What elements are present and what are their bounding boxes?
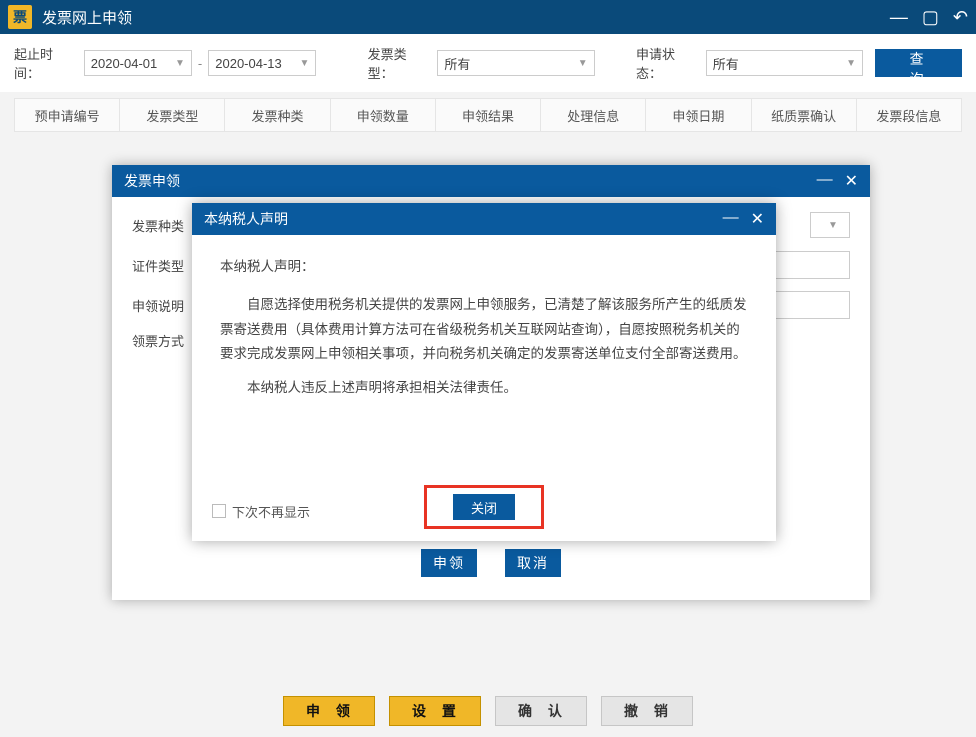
apply-status-label: 申请状态：	[636, 44, 700, 82]
window-controls: — ▢ ↶	[890, 7, 968, 28]
declaration-close-button[interactable]: 关闭	[453, 494, 515, 520]
col-paper-confirm: 纸质票确认	[752, 99, 857, 131]
revoke-button[interactable]: 撤 销	[601, 696, 693, 726]
dialog-apply-button[interactable]: 申领	[421, 549, 477, 577]
highlight-box: 关闭	[424, 485, 544, 529]
date-start-value: 2020-04-01	[91, 56, 158, 71]
date-range-label: 起止时间：	[14, 44, 78, 82]
apply-button[interactable]: 申 领	[283, 696, 375, 726]
col-apply-result: 申领结果	[436, 99, 541, 131]
dont-show-again-label: 下次不再显示	[232, 502, 310, 521]
restore-icon[interactable]: ▢	[922, 7, 939, 28]
title-bar: 票 发票网上申领 — ▢ ↶	[0, 0, 976, 34]
date-end-value: 2020-04-13	[215, 56, 282, 71]
filter-bar: 起止时间： 2020-04-01 ▼ - 2020-04-13 ▼ 发票类型： …	[0, 34, 976, 92]
checkbox-icon[interactable]	[212, 504, 226, 518]
chevron-down-icon: ▼	[828, 220, 838, 231]
close-button-highlight: 关闭	[424, 485, 544, 529]
footer-bar: 申 领 设 置 确 认 撤 销	[0, 685, 976, 737]
apply-status-value: 所有	[713, 54, 739, 73]
date-end-select[interactable]: 2020-04-13 ▼	[208, 50, 316, 76]
dialog-cancel-button[interactable]: 取消	[505, 549, 561, 577]
col-invoice-kind: 发票种类	[225, 99, 330, 131]
apply-dialog-titlebar: 发票申领 — ✕	[112, 165, 870, 197]
window-title: 发票网上申领	[42, 7, 890, 28]
app-logo: 票	[8, 5, 32, 29]
declaration-dialog-title: 本纳税人声明	[204, 209, 723, 229]
chevron-down-icon: ▼	[578, 58, 588, 69]
date-start-select[interactable]: 2020-04-01 ▼	[84, 50, 192, 76]
declaration-dialog: 本纳税人声明 — ✕ 本纳税人声明： 自愿选择使用税务机关提供的发票网上申领服务…	[192, 203, 776, 541]
apply-status-select[interactable]: 所有 ▼	[706, 50, 863, 76]
invoice-type-select[interactable]: 所有 ▼	[437, 50, 594, 76]
apply-dialog-footer: 申领 取消	[132, 535, 850, 590]
dont-show-again-wrap[interactable]: 下次不再显示	[212, 502, 310, 521]
invoice-kind-label: 发票种类	[132, 216, 192, 235]
col-apply-qty: 申领数量	[331, 99, 436, 131]
chevron-down-icon: ▼	[846, 58, 856, 69]
apply-dialog-title: 发票申领	[124, 171, 817, 191]
cert-type-label: 证件类型	[132, 256, 192, 275]
query-button[interactable]: 查 询	[875, 49, 962, 77]
collect-method-label: 领票方式	[132, 331, 192, 350]
dialog-minimize-icon[interactable]: —	[817, 171, 833, 191]
back-icon[interactable]: ↶	[953, 7, 968, 28]
col-invoice-type: 发票类型	[120, 99, 225, 131]
dialog-close-icon[interactable]: ✕	[751, 209, 764, 229]
chevron-down-icon: ▼	[175, 58, 185, 69]
declaration-footer: 下次不再显示 关闭	[192, 481, 776, 541]
col-apply-date: 申领日期	[646, 99, 751, 131]
declaration-paragraph-2: 本纳税人违反上述声明将承担相关法律责任。	[220, 376, 748, 400]
invoice-type-label: 发票类型：	[368, 44, 432, 82]
confirm-button[interactable]: 确 认	[495, 696, 587, 726]
declaration-paragraph-1: 自愿选择使用税务机关提供的发票网上申领服务，已清楚了解该服务所产生的纸质发票寄送…	[220, 293, 748, 366]
dialog-close-icon[interactable]: ✕	[845, 171, 858, 191]
right-select-1[interactable]: ▼	[810, 212, 850, 238]
declaration-header: 本纳税人声明：	[220, 255, 748, 279]
table-header: 预申请编号 发票类型 发票种类 申领数量 申领结果 处理信息 申领日期 纸质票确…	[14, 98, 962, 132]
col-process-info: 处理信息	[541, 99, 646, 131]
apply-desc-label: 申领说明	[132, 296, 192, 315]
minimize-icon[interactable]: —	[890, 7, 908, 28]
dialog-minimize-icon[interactable]: —	[723, 209, 739, 229]
invoice-type-value: 所有	[444, 54, 470, 73]
chevron-down-icon: ▼	[300, 58, 310, 69]
settings-button[interactable]: 设 置	[389, 696, 481, 726]
col-preapply-id: 预申请编号	[15, 99, 120, 131]
declaration-body: 本纳税人声明： 自愿选择使用税务机关提供的发票网上申领服务，已清楚了解该服务所产…	[192, 235, 776, 481]
col-segment-info: 发票段信息	[857, 99, 961, 131]
declaration-dialog-titlebar: 本纳税人声明 — ✕	[192, 203, 776, 235]
